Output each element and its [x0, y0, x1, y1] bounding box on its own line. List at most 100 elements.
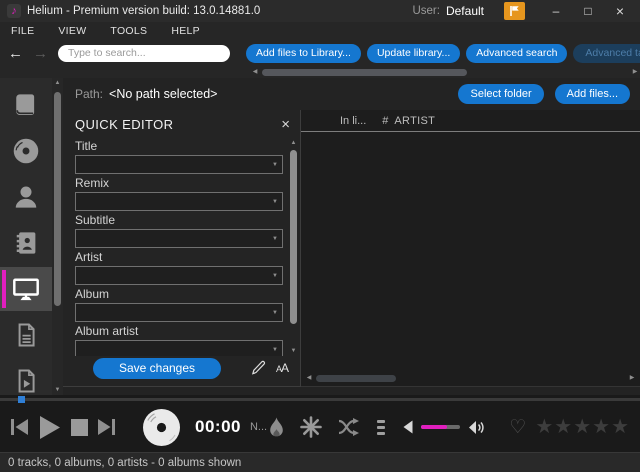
scrollbar-thumb[interactable] [54, 92, 61, 306]
scroll-left-icon[interactable]: ◀ [250, 69, 260, 75]
pathbar: Path: <No path selected> Select folder A… [63, 78, 640, 110]
scroll-right-icon[interactable]: ▶ [627, 375, 637, 381]
save-changes-button[interactable]: Save changes [93, 357, 221, 379]
select-folder-button[interactable]: Select folder [458, 84, 544, 104]
seek-knob[interactable] [18, 396, 25, 403]
queue-menu-button[interactable] [377, 419, 386, 435]
field-label: Artist [75, 250, 103, 264]
window-title: Helium - Premium version build: 13.0.148… [27, 5, 261, 17]
toolbar: ← → Add files to Library... Update libra… [0, 40, 640, 66]
remix-combobox[interactable]: ▼ [75, 192, 283, 211]
scrollbar-track[interactable] [260, 68, 630, 76]
user-name[interactable]: Default [446, 4, 484, 18]
scrollbar-thumb[interactable] [290, 150, 297, 325]
field-label: Remix [75, 176, 110, 190]
back-arrow-icon[interactable]: ← [8, 46, 23, 61]
contacts-icon [16, 232, 36, 254]
minimize-button[interactable]: – [543, 2, 569, 20]
column-header-in-library[interactable]: In li... [340, 115, 366, 127]
quick-editor-close-icon[interactable]: × [281, 117, 290, 132]
volume-down-button[interactable] [403, 420, 413, 434]
rating-stars: ★ ★ ★ ★ ★ [535, 417, 630, 437]
album-combobox[interactable]: ▼ [75, 303, 283, 322]
star-icon[interactable]: ★ [554, 417, 572, 437]
column-header-track-number[interactable]: # [382, 115, 388, 127]
field-label: Album artist [75, 324, 139, 338]
scroll-left-icon[interactable]: ◀ [304, 375, 314, 381]
menu-help[interactable]: HELP [171, 25, 200, 37]
artist-combobox[interactable]: ▼ [75, 266, 283, 285]
shuffle-button[interactable] [337, 418, 361, 436]
flame-icon [270, 417, 283, 437]
volume-up-button[interactable] [468, 420, 485, 435]
artist-icon [15, 186, 37, 208]
next-track-button[interactable] [96, 417, 116, 437]
app-logo-music-note-icon: ♪ [7, 4, 21, 18]
sidebar-item-devices[interactable] [0, 267, 52, 311]
sidebar-item-contacts[interactable] [0, 221, 52, 265]
favorite-heart-icon[interactable]: ♡ [509, 418, 526, 437]
advanced-tag-editor-button: Advanced tag editor... [573, 43, 640, 63]
star-icon[interactable]: ★ [535, 417, 553, 437]
menu-tools[interactable]: TOOLS [110, 25, 147, 37]
update-library-button[interactable]: Update library... [366, 43, 461, 63]
sidebar-item-documents[interactable] [0, 313, 52, 357]
font-size-icon[interactable]: AA [276, 361, 289, 375]
scrollbar-track[interactable] [54, 88, 61, 385]
hot-tracks-button[interactable] [268, 417, 285, 438]
scroll-up-icon[interactable]: ▲ [289, 140, 299, 146]
menu-view[interactable]: VIEW [58, 25, 86, 37]
scrollbar-track[interactable] [314, 374, 627, 382]
star-icon[interactable]: ★ [573, 417, 591, 437]
play-button[interactable] [36, 414, 63, 441]
add-files-to-library-button[interactable]: Add files to Library... [246, 43, 361, 63]
forward-arrow-icon[interactable]: → [33, 46, 48, 61]
scroll-up-icon[interactable]: ▲ [53, 80, 63, 86]
column-header-artist[interactable]: ARTIST [394, 115, 435, 127]
title-combobox[interactable]: ▼ [75, 155, 283, 174]
flag-notification-button[interactable] [504, 2, 525, 20]
selected-indicator [2, 270, 6, 308]
table-body[interactable] [301, 132, 640, 372]
titlebar: ♪ Helium - Premium version build: 13.0.1… [0, 0, 640, 22]
stop-button[interactable] [70, 418, 89, 437]
volume-slider[interactable] [421, 425, 461, 429]
panels-row: QUICK EDITOR × Title ▼ Remix ▼ Subtitle … [63, 110, 640, 395]
elapsed-time: 00:00 [195, 417, 241, 436]
star-icon[interactable]: ★ [592, 417, 610, 437]
main-vertical-scrollbar: ▲ ▼ [52, 78, 63, 395]
path-value: <No path selected> [109, 87, 218, 101]
field-remix: Remix ▼ [75, 177, 283, 211]
menu-file[interactable]: FILE [11, 25, 34, 37]
scrollbar-track[interactable] [290, 148, 297, 346]
advanced-search-button[interactable]: Advanced search [466, 43, 568, 63]
scrollbar-thumb[interactable] [262, 68, 467, 76]
sidebar-item-music-library[interactable] [0, 83, 52, 127]
album-artist-combobox[interactable]: ▼ [75, 340, 283, 356]
search-input[interactable] [58, 44, 230, 62]
freeze-button[interactable] [300, 416, 322, 438]
content-area: ▲ ▼ Path: <No path selected> Select fold… [0, 78, 640, 395]
sidebar-item-discs[interactable] [0, 129, 52, 173]
library-stats: 0 tracks, 0 albums, 0 artists - 0 albums… [8, 456, 242, 469]
scroll-right-icon[interactable]: ▶ [630, 69, 640, 75]
field-label: Album [75, 287, 110, 301]
add-files-button[interactable]: Add files... [554, 84, 630, 104]
star-icon[interactable]: ★ [611, 417, 629, 437]
maximize-button[interactable]: □ [575, 2, 601, 20]
scroll-down-icon[interactable]: ▼ [53, 387, 63, 393]
previous-track-button[interactable] [10, 417, 30, 437]
scroll-down-icon[interactable]: ▼ [289, 348, 299, 354]
close-button[interactable]: × [607, 2, 633, 20]
sidebar [0, 78, 52, 395]
subtitle-combobox[interactable]: ▼ [75, 229, 283, 248]
player-controls: 00:00 N... ♡ ★ ★ ★ ★ ★ [0, 406, 640, 448]
toolbar-horizontal-scrollbar: ◀ ▶ [0, 66, 640, 78]
album-art-placeholder[interactable] [141, 407, 182, 448]
pencil-edit-icon[interactable] [250, 360, 267, 376]
statusbar: 0 tracks, 0 albums, 0 artists - 0 albums… [0, 452, 640, 472]
quick-editor-body: Title ▼ Remix ▼ Subtitle ▼ Artist ▼ Albu… [63, 136, 300, 356]
scrollbar-thumb[interactable] [316, 374, 396, 382]
sidebar-item-artists[interactable] [0, 175, 52, 219]
seek-bar[interactable] [0, 398, 640, 401]
